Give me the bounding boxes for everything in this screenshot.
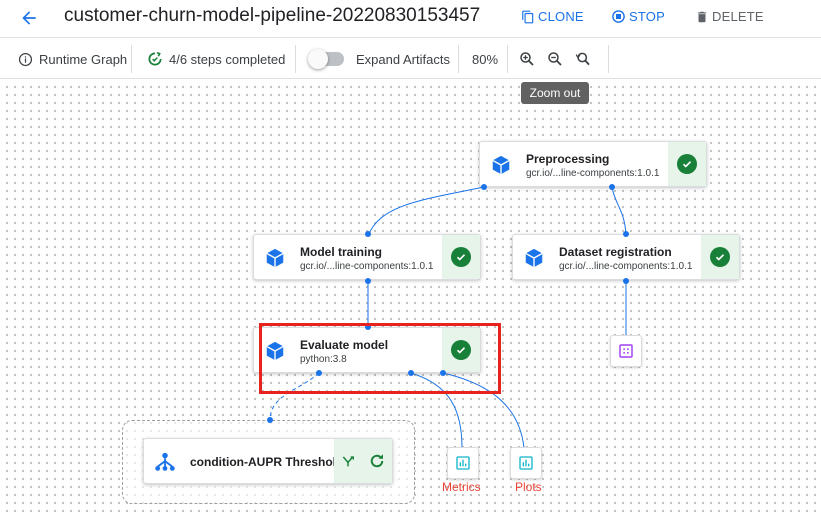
toolbar-divider (295, 45, 296, 73)
node-image: gcr.io/...line-components:1.0.1 (526, 168, 660, 179)
node-model-training[interactable]: Model training gcr.io/...line-components… (253, 234, 481, 280)
edge-port (316, 370, 322, 376)
node-name: condition-AUPR Threshol... (190, 455, 346, 469)
node-name: Evaluate model (300, 338, 389, 352)
toolbar-divider (507, 45, 508, 73)
node-image: gcr.io/...line-components:1.0.1 (559, 261, 693, 272)
delete-button[interactable]: DELETE (695, 9, 764, 24)
zoom-reset-icon[interactable] (574, 50, 592, 68)
artifact-plots[interactable] (510, 447, 542, 479)
delete-label: DELETE (712, 9, 764, 24)
artifact-dataset[interactable] (610, 335, 642, 367)
toolbar-divider (608, 45, 609, 73)
clone-button[interactable]: CLONE (521, 9, 584, 24)
clone-label: CLONE (538, 9, 584, 24)
check-circle-icon (451, 247, 471, 267)
info-icon (18, 52, 33, 66)
steps-progress-label: 4/6 steps completed (169, 51, 286, 67)
node-name: Dataset registration (559, 245, 672, 259)
check-circle-icon (710, 247, 730, 267)
node-name: Preprocessing (526, 152, 610, 166)
expand-artifacts-toggle[interactable]: Expand Artifacts (308, 39, 450, 79)
bar-chart-icon (519, 456, 533, 470)
artifact-plots-label: Plots (515, 480, 542, 494)
node-image: python:3.8 (300, 354, 347, 365)
edge-port (481, 184, 487, 190)
progress-refresh-icon (148, 51, 162, 66)
edge-port (365, 324, 371, 330)
arrow-back-icon (22, 11, 36, 25)
edge-port (365, 278, 371, 284)
toolbar-divider (131, 45, 132, 73)
toolbar-divider (458, 45, 459, 73)
status-succeeded (668, 142, 706, 186)
status-succeeded (701, 235, 739, 279)
toggle-switch[interactable] (308, 49, 344, 69)
edge-port (365, 231, 371, 237)
steps-progress: 4/6 steps completed (147, 39, 285, 79)
back-button[interactable] (16, 5, 42, 31)
node-dataset-registration[interactable]: Dataset registration gcr.io/...line-comp… (512, 234, 740, 280)
toggle-knob (308, 49, 328, 69)
zoom-out-tooltip: Zoom out (521, 82, 589, 104)
bar-chart-icon (456, 456, 470, 470)
cube-icon (492, 155, 510, 175)
page-title: customer-churn-model-pipeline-2022083015… (64, 5, 481, 26)
cube-icon (266, 341, 284, 361)
runtime-graph-info[interactable]: Runtime Graph (18, 39, 127, 79)
node-evaluate-model[interactable]: Evaluate model python:3.8 (253, 327, 481, 373)
branch-tree-icon (155, 452, 175, 471)
artifact-metrics-label: Metrics (442, 480, 481, 494)
expand-artifacts-label: Expand Artifacts (356, 51, 450, 67)
zoom-level-value: 80% (472, 51, 499, 67)
stop-label: STOP (629, 9, 665, 24)
graph-toolbar: Runtime Graph 4/6 steps completed Expand… (0, 39, 821, 79)
node-name: Model training (300, 245, 382, 259)
edge-port (623, 231, 629, 237)
edge-port (267, 417, 273, 423)
stop-circle-icon (612, 10, 625, 23)
node-condition[interactable]: condition-AUPR Threshol... (143, 438, 393, 484)
status-running (334, 439, 392, 483)
node-preprocessing[interactable]: Preprocessing gcr.io/...line-components:… (479, 141, 707, 187)
edge-port (623, 278, 629, 284)
dataset-grid-icon (619, 344, 633, 358)
edge-port (609, 184, 615, 190)
check-circle-icon (677, 154, 697, 174)
page-header: customer-churn-model-pipeline-2022083015… (0, 0, 821, 38)
artifact-metrics[interactable] (447, 447, 479, 479)
runtime-graph-label: Runtime Graph (39, 51, 128, 67)
cube-icon (525, 248, 543, 268)
status-succeeded (442, 328, 480, 372)
zoom-level: 80% (472, 39, 498, 79)
cube-icon (266, 248, 284, 268)
branch-merge-icon (342, 456, 354, 467)
check-circle-icon (451, 340, 471, 360)
zoom-in-icon[interactable] (518, 50, 536, 68)
edge-port (408, 370, 414, 376)
node-image: gcr.io/...line-components:1.0.1 (300, 261, 434, 272)
edge-port (440, 370, 446, 376)
stop-button[interactable]: STOP (611, 9, 665, 24)
zoom-out-icon[interactable] (546, 50, 564, 68)
status-succeeded (442, 235, 480, 279)
trash-icon (697, 11, 707, 22)
copy-icon (522, 10, 534, 23)
refresh-icon (370, 454, 384, 468)
